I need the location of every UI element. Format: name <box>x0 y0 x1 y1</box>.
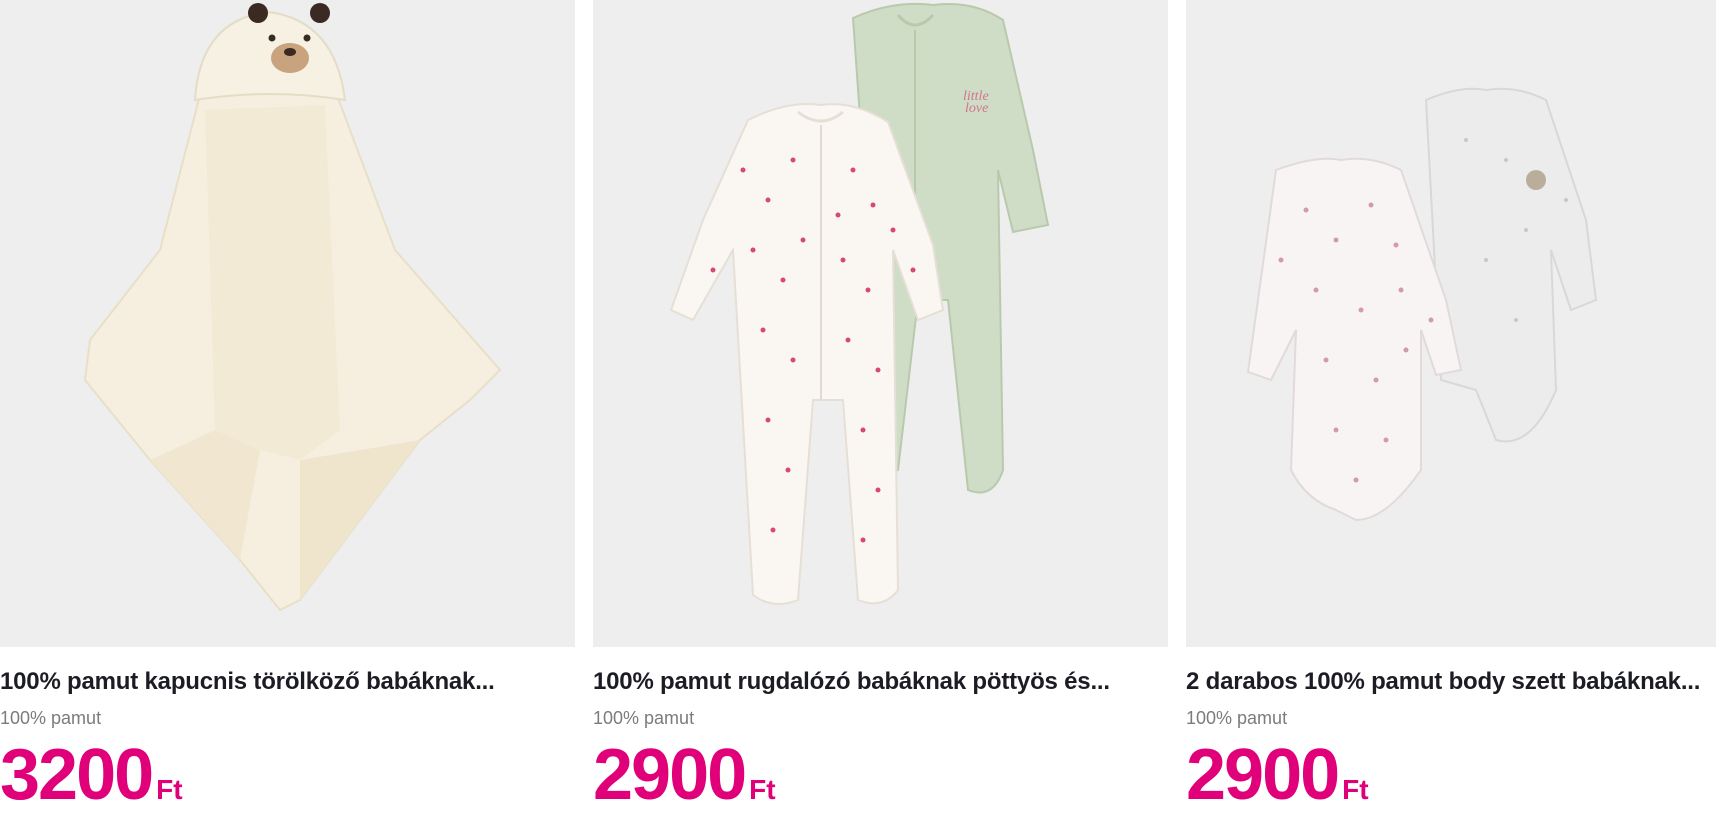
product-card[interactable]: 2 darabos 100% pamut body szett babáknak… <box>1186 0 1716 815</box>
product-price: 3200 Ft <box>0 735 183 815</box>
product-image[interactable] <box>1186 0 1716 647</box>
price-currency: Ft <box>749 774 776 805</box>
price-value: 2900 <box>1186 735 1340 815</box>
product-image[interactable]: little love <box>593 0 1168 647</box>
product-card[interactable]: little love 100% pamut rugdalózó babákna… <box>593 0 1168 815</box>
sleepsuit-set-image: little love <box>669 2 1050 605</box>
svg-text:love: love <box>965 101 988 116</box>
product-grid: 100% pamut kapucnis törölköző babáknak..… <box>0 0 1716 815</box>
bear-hooded-towel-image <box>83 3 502 612</box>
product-price: 2900 Ft <box>593 735 776 815</box>
price-currency: Ft <box>1342 774 1369 805</box>
product-material: 100% pamut <box>1186 708 1288 728</box>
product-material: 100% pamut <box>593 708 695 728</box>
product-title[interactable]: 2 darabos 100% pamut body szett babáknak… <box>1186 668 1716 696</box>
product-price: 2900 Ft <box>1186 735 1369 815</box>
product-material: 100% pamut <box>0 708 102 728</box>
price-currency: Ft <box>156 774 183 805</box>
price-value: 2900 <box>593 735 747 815</box>
bodysuit-set-image <box>1246 87 1598 522</box>
product-title[interactable]: 100% pamut rugdalózó babáknak pöttyös és… <box>593 668 1168 696</box>
price-value: 3200 <box>0 735 154 815</box>
product-card[interactable]: 100% pamut kapucnis törölköző babáknak..… <box>0 0 575 815</box>
product-image[interactable] <box>0 0 575 647</box>
product-title[interactable]: 100% pamut kapucnis törölköző babáknak..… <box>0 668 575 696</box>
